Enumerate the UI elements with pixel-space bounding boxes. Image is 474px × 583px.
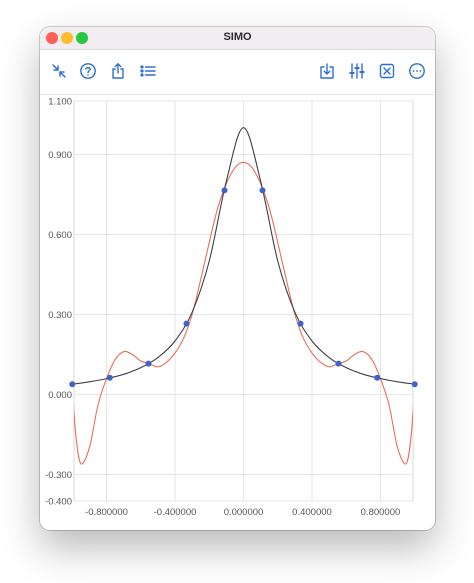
sliders-icon[interactable] xyxy=(348,62,366,80)
sample-point xyxy=(106,374,113,381)
y-tick-labels: 1.100 0.900 0.600 0.300 0.000 -0.300 -0.400 xyxy=(45,97,72,508)
y-tick-label: 0.900 xyxy=(48,150,72,161)
sample-point xyxy=(221,187,228,194)
y-tick-label: 0.600 xyxy=(48,230,72,241)
y-tick-label: 0.000 xyxy=(48,390,72,401)
sample-point xyxy=(297,320,304,327)
x-tick-label: 0.000000 xyxy=(224,507,264,518)
sample-point xyxy=(259,187,266,194)
grid xyxy=(73,100,414,502)
x-tick-labels: -0.800000 -0.400000 0.000000 0.400000 0.8000… xyxy=(85,507,400,518)
app-window: SIMO 1.100 0.900 0.600 0.300 0.000 -0.30… xyxy=(40,27,435,530)
plot-area[interactable]: 1.100 0.900 0.600 0.300 0.000 -0.300 -0.400 -0… xyxy=(40,95,435,530)
x-tick-label: 0.800000 xyxy=(361,507,401,518)
line-chart: 1.100 0.900 0.600 0.300 0.000 -0.300 -0.400 -0… xyxy=(45,97,418,518)
collapse-arrows-icon[interactable] xyxy=(50,62,68,80)
download-icon[interactable] xyxy=(318,62,336,80)
title-bar: SIMO xyxy=(40,27,435,50)
x-tick-label: -0.800000 xyxy=(85,507,128,518)
sample-point xyxy=(374,374,381,381)
sample-point xyxy=(69,381,76,388)
close-square-icon[interactable] xyxy=(378,62,396,80)
y-tick-label: 1.100 xyxy=(48,97,72,108)
x-tick-label: -0.400000 xyxy=(154,507,197,518)
window-title: SIMO xyxy=(223,31,252,43)
toolbar xyxy=(40,50,435,95)
help-icon[interactable] xyxy=(79,62,97,80)
share-icon[interactable] xyxy=(109,62,127,80)
sample-point xyxy=(411,381,418,388)
list-icon[interactable] xyxy=(139,62,157,80)
y-tick-label: -0.300 xyxy=(45,470,72,481)
y-tick-label: -0.400 xyxy=(45,497,72,508)
sample-point xyxy=(145,360,152,367)
sample-point xyxy=(183,320,190,327)
y-tick-label: 0.300 xyxy=(48,310,72,321)
more-icon[interactable] xyxy=(408,62,426,80)
x-tick-label: 0.400000 xyxy=(292,507,332,518)
sample-point xyxy=(335,360,342,367)
